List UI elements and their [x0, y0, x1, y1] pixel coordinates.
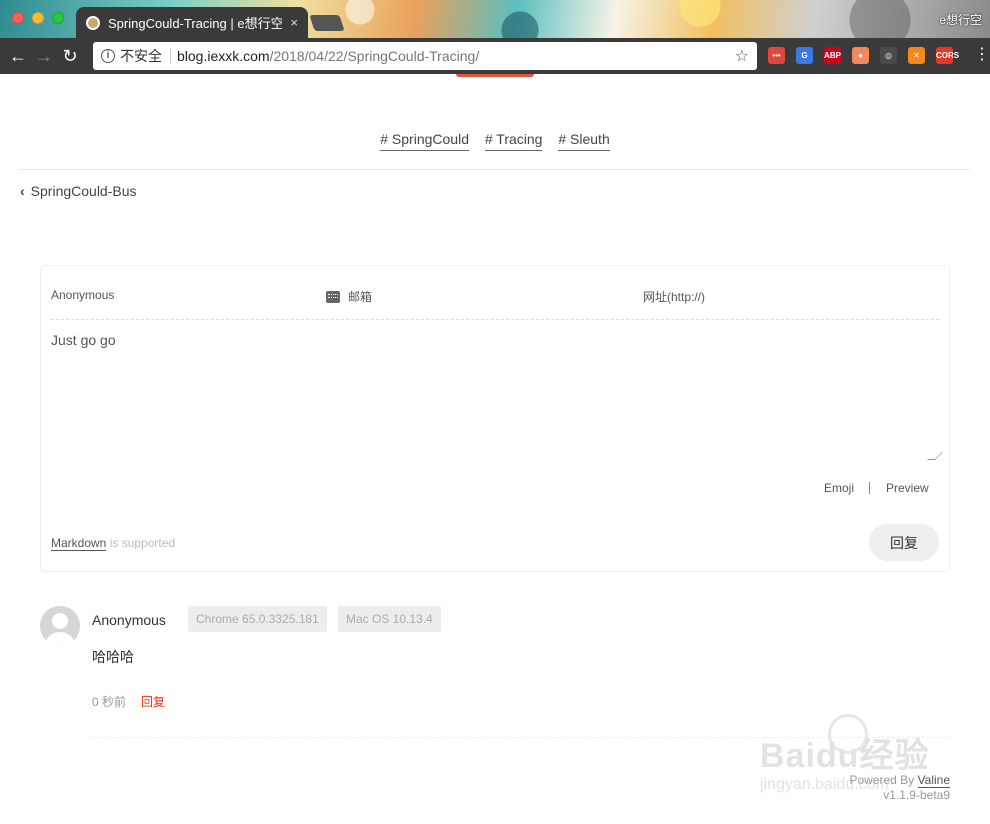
header-accent-bar: [456, 74, 534, 77]
browser-toolbar: ← → ↻ i 不安全 blog.iexxk.com /2018/04/22/S…: [0, 38, 990, 74]
post-tags: # SpringCould # Tracing # Sleuth: [0, 131, 990, 151]
prev-post-link[interactable]: ‹ SpringCould-Bus: [20, 183, 137, 199]
minimize-window-button[interactable]: [32, 12, 44, 24]
ext-5-icon[interactable]: ◎: [880, 47, 897, 64]
browser-badge: Chrome 65.0.3325.181: [188, 606, 327, 632]
back-arrow-icon[interactable]: ←: [5, 43, 31, 69]
email-placeholder: 邮箱: [348, 290, 373, 304]
comment-form: Anonymous 邮箱 网址(http://) Just go go Emoj…: [40, 265, 950, 572]
comment-fields-row: Anonymous 邮箱 网址(http://): [51, 284, 939, 320]
emoji-button[interactable]: Emoji: [824, 481, 854, 495]
submit-reply-button[interactable]: 回复: [869, 524, 939, 561]
markdown-hint: Markdown is supported: [51, 536, 176, 551]
tag-tracing[interactable]: # Tracing: [484, 131, 543, 151]
comment-textarea[interactable]: Just go go: [51, 332, 943, 460]
email-field[interactable]: 邮箱: [326, 288, 372, 305]
omnibox-separator: [170, 48, 171, 64]
website-placeholder: 网址(http://): [643, 290, 706, 304]
google-translate-icon[interactable]: G: [796, 47, 813, 64]
browser-titlebar: SpringCould-Tracing | e想行空 × e想行空: [0, 0, 990, 38]
new-tab-button[interactable]: [309, 15, 345, 31]
os-badge: Mac OS 10.13.4: [338, 606, 441, 632]
security-status[interactable]: 不安全: [120, 46, 162, 66]
reload-icon[interactable]: ↻: [57, 43, 83, 69]
url-host: blog.iexxk.com: [177, 48, 270, 64]
browser-tab-active[interactable]: SpringCould-Tracing | e想行空 ×: [76, 7, 308, 38]
resize-handle-icon[interactable]: [927, 452, 943, 460]
watermark-text: Baidu经验: [760, 737, 930, 775]
nick-placeholder: Anonymous: [51, 288, 115, 302]
comment-reply-link[interactable]: 回复: [141, 693, 165, 710]
close-window-button[interactable]: [12, 12, 24, 24]
powered-by: Powered By Valine v1.1.9-beta9: [849, 773, 950, 803]
comment-divider: [92, 737, 950, 738]
info-icon[interactable]: i: [101, 49, 115, 63]
post-nav-divider: [20, 169, 970, 170]
comment-body: 哈哈哈: [92, 649, 134, 665]
controls-separator: [869, 482, 870, 494]
adblock-plus-icon[interactable]: ABP: [824, 47, 841, 64]
profile-label[interactable]: e想行空: [939, 11, 982, 28]
url-path: /2018/04/22/SpringCould-Tracing/: [269, 48, 480, 64]
tab-title: SpringCould-Tracing | e想行空: [108, 16, 283, 31]
cors-icon[interactable]: CORS: [936, 47, 959, 64]
avatar: [40, 606, 80, 646]
address-bar[interactable]: i 不安全 blog.iexxk.com /2018/04/22/SpringC…: [93, 42, 757, 70]
forward-arrow-icon[interactable]: →: [31, 43, 57, 69]
site-favicon-icon: [86, 15, 100, 30]
tag-springcould[interactable]: # SpringCould: [380, 131, 469, 151]
valine-link[interactable]: Valine: [917, 773, 950, 788]
chevron-left-icon: ‹: [20, 183, 25, 199]
bookmark-star-icon[interactable]: ☆: [735, 46, 749, 66]
nick-input[interactable]: Anonymous: [51, 288, 114, 302]
prev-post-title: SpringCould-Bus: [30, 183, 137, 199]
tab-close-icon[interactable]: ×: [290, 15, 298, 30]
version-text: v1.1.9-beta9: [883, 788, 950, 802]
browser-menu-icon[interactable]: ⋮: [974, 46, 990, 64]
comment-author: Anonymous: [92, 612, 166, 628]
keyboard-icon: [326, 290, 340, 303]
markdown-hint-text: is supported: [106, 536, 176, 550]
preview-button[interactable]: Preview: [886, 481, 929, 495]
powered-by-text: Powered By: [849, 773, 918, 787]
paw-logo-icon: [828, 714, 868, 754]
comment-time: 0 秒前: [92, 695, 127, 709]
tag-sleuth[interactable]: # Sleuth: [558, 131, 610, 151]
ext-6-icon[interactable]: ✕: [908, 47, 925, 64]
website-field[interactable]: 网址(http://): [643, 288, 705, 305]
comment-text: Just go go: [51, 332, 116, 348]
markdown-link[interactable]: Markdown: [51, 536, 107, 551]
ext-4-icon[interactable]: ●: [852, 47, 869, 64]
ext-1-icon[interactable]: •••: [768, 47, 785, 64]
maximize-window-button[interactable]: [52, 12, 64, 24]
